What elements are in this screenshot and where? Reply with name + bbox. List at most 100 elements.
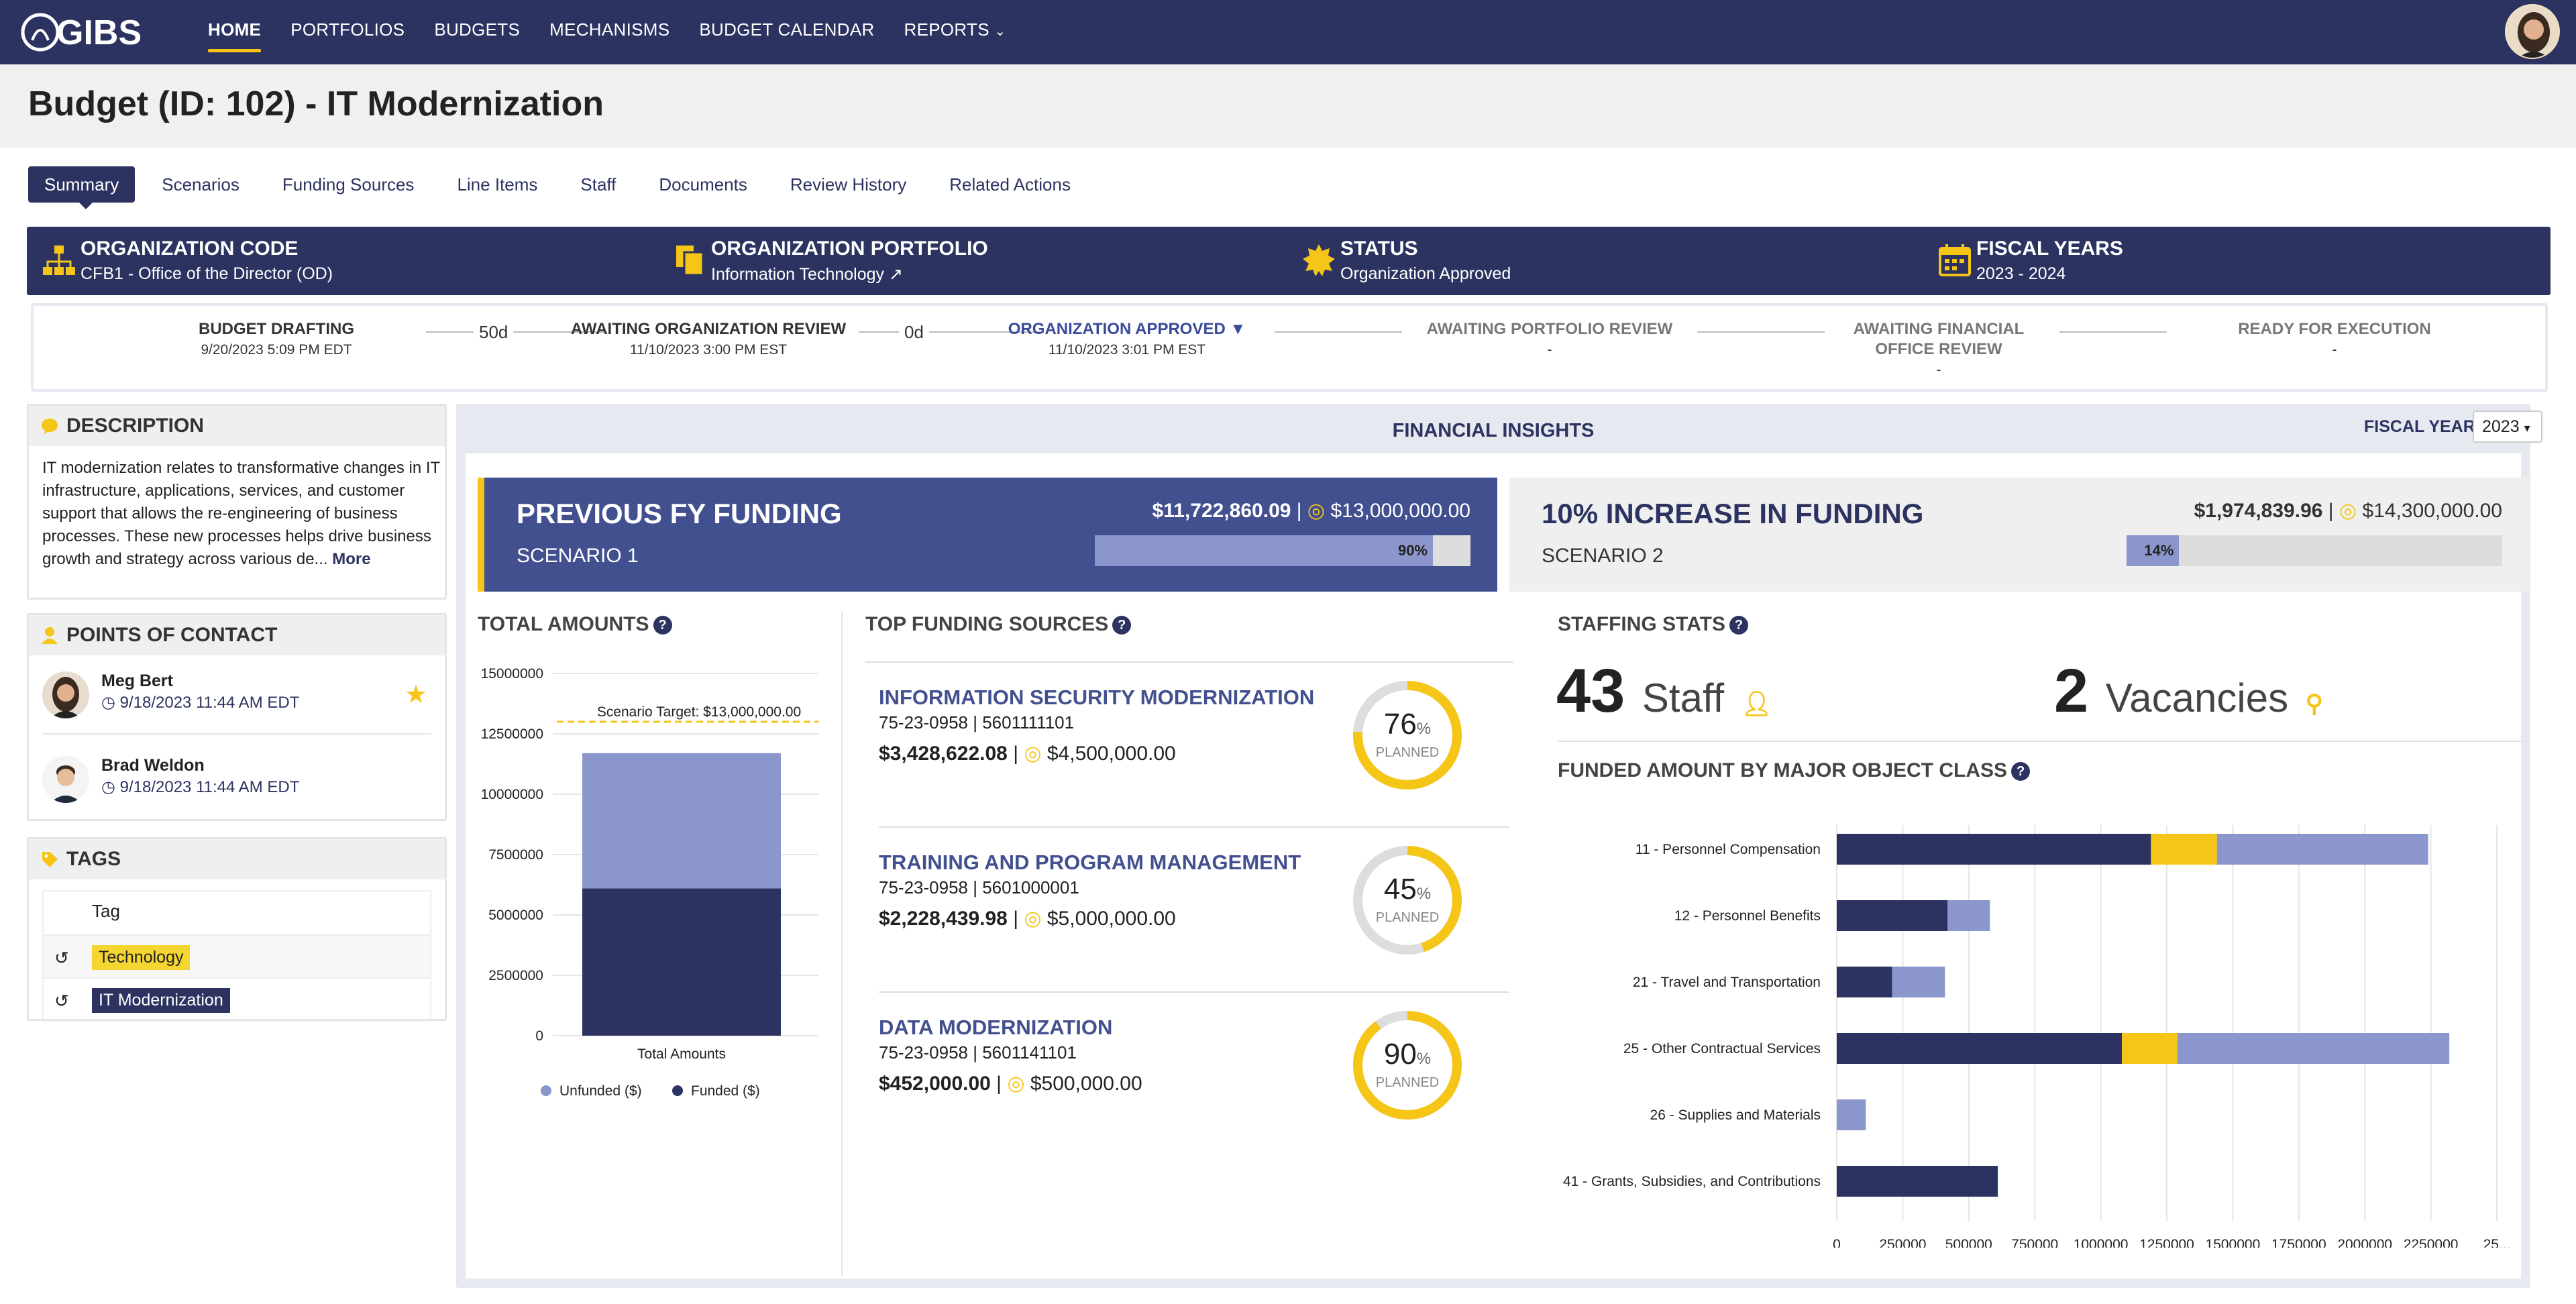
funding-source-item[interactable]: TRAINING AND PROGRAM MANAGEMENT 75-23-09… — [879, 828, 1509, 993]
nav-home[interactable]: HOME — [208, 0, 262, 64]
workflow-step-ready: READY FOR EXECUTION - — [2187, 319, 2482, 358]
legend-label: Unfunded ($) — [559, 1083, 642, 1099]
funding-source-amounts: $452,000.00 | ◎ $500,000.00 — [879, 1073, 1142, 1095]
funding-source-name[interactable]: DATA MODERNIZATION — [879, 1016, 1112, 1040]
workflow-step-org-approved[interactable]: ORGANIZATION APPROVED ▼ 11/10/2023 3:01 … — [979, 319, 1275, 358]
workflow-tracker: 50d 0d BUDGET DRAFTING 9/20/2023 5:09 PM… — [31, 303, 2548, 392]
object-class-bar-segment — [1837, 1099, 1866, 1130]
y-category-label: 11 - Personnel Compensation — [1635, 842, 1821, 857]
nav-budgets[interactable]: BUDGETS — [434, 0, 520, 64]
workflow-step-drafting: BUDGET DRAFTING 9/20/2023 5:09 PM EDT — [129, 319, 424, 358]
y-tick-label: 10000000 — [481, 787, 543, 802]
tab-summary[interactable]: Summary — [28, 166, 136, 209]
history-icon[interactable]: ↺ — [54, 991, 69, 1012]
user-avatar[interactable] — [2505, 4, 2560, 59]
workflow-step-date: 11/10/2023 3:00 PM EST — [629, 342, 788, 358]
tags-table-header: Tag — [44, 891, 430, 934]
tab-line-items[interactable]: Line Items — [441, 166, 553, 203]
tag-column-header: Tag — [92, 901, 120, 921]
nav-budget-calendar[interactable]: BUDGET CALENDAR — [699, 0, 874, 64]
tab-documents[interactable]: Documents — [643, 166, 763, 203]
ring-planned-label: PLANNED — [1376, 1075, 1439, 1090]
tab-staff[interactable]: Staff — [564, 166, 632, 203]
org-code-label: ORGANIZATION CODE — [80, 237, 299, 260]
tags-table: Tag ↺ Technology ↺ IT Modernization — [42, 890, 431, 1022]
workflow-step-financial-review: AWAITING FINANCIAL OFFICE REVIEW - — [1791, 319, 2086, 378]
funding-source-code: 75-23-0958 | 5601000001 — [879, 877, 1079, 898]
y-category-label: 12 - Personnel Benefits — [1674, 908, 1821, 924]
y-tick-label: 12500000 — [481, 726, 543, 742]
org-code-value: CFB1 - Office of the Director (OD) — [80, 264, 333, 283]
x-tick-label: 250000 — [1879, 1237, 1926, 1248]
portfolio-link[interactable]: Information Technology ↗ — [711, 264, 903, 284]
description-body: IT modernization relates to transformati… — [42, 459, 440, 568]
workflow-duration: 50d — [474, 322, 514, 343]
nav-portfolios[interactable]: PORTFOLIOS — [290, 0, 405, 64]
total-amounts-title: TOTAL AMOUNTS — [478, 613, 649, 635]
nav-reports[interactable]: REPORTS ⌄ — [904, 0, 1006, 64]
contact-name[interactable]: Brad Weldon — [101, 756, 205, 775]
workflow-step-title: READY FOR EXECUTION — [2238, 320, 2431, 338]
tab-related-actions[interactable]: Related Actions — [933, 166, 1087, 203]
total-amount: $500,000.00 — [1030, 1073, 1142, 1095]
portfolio-label: ORGANIZATION PORTFOLIO — [711, 237, 988, 260]
y-category-label: 26 - Supplies and Materials — [1650, 1107, 1821, 1123]
tab-bar: Summary Scenarios Funding Sources Line I… — [28, 166, 1097, 209]
divider — [42, 733, 431, 735]
tags-panel: TAGS Tag ↺ Technology ↺ IT Modernization — [27, 837, 447, 1022]
y-category-label: 21 - Travel and Transportation — [1633, 975, 1821, 990]
tab-review-history[interactable]: Review History — [774, 166, 922, 203]
fiscal-years-value: 2023 - 2024 — [1976, 264, 2066, 283]
history-icon[interactable]: ↺ — [54, 948, 69, 969]
help-icon[interactable]: ? — [1729, 616, 1748, 635]
object-class-bar-segment — [1837, 1166, 1998, 1197]
y-tick-label: 7500000 — [488, 847, 543, 863]
y-category-label: 25 - Other Contractual Services — [1623, 1041, 1821, 1056]
scenario-card-1[interactable]: PREVIOUS FY FUNDING SCENARIO 1 $11,722,8… — [478, 478, 1497, 592]
funding-source-item[interactable]: INFORMATION SECURITY MODERNIZATION 75-23… — [879, 663, 1509, 828]
tab-funding-sources[interactable]: Funding Sources — [266, 166, 431, 203]
funding-source-name[interactable]: TRAINING AND PROGRAM MANAGEMENT — [879, 851, 1301, 875]
contact-name[interactable]: Meg Bert — [101, 671, 173, 691]
person-outline-icon: ⚲ — [2305, 690, 2324, 717]
fiscal-year-select[interactable]: 2023 ▾ — [2473, 411, 2542, 443]
target-icon: ◎ — [1024, 908, 1042, 930]
more-link[interactable]: More — [332, 550, 370, 568]
contacts-title: POINTS OF CONTACT — [66, 624, 278, 646]
tag-chip[interactable]: Technology — [92, 945, 191, 970]
y-category-label: 41 - Grants, Subsidies, and Contribution… — [1563, 1174, 1821, 1189]
ring-planned-label: PLANNED — [1376, 910, 1439, 925]
star-icon[interactable]: ★ — [405, 680, 427, 710]
x-tick-label: 1750000 — [2271, 1237, 2326, 1248]
fiscal-year-label: FISCAL YEAR — [2364, 417, 2475, 436]
scenario-card-2[interactable]: 10% INCREASE IN FUNDING SCENARIO 2 $1,97… — [1509, 478, 2529, 592]
workflow-step-title: ORGANIZATION APPROVED ▼ — [1008, 320, 1246, 338]
nav-mechanisms[interactable]: MECHANISMS — [549, 0, 669, 64]
workflow-step-title: AWAITING PORTFOLIO REVIEW — [1426, 320, 1673, 338]
financial-insights-title: FINANCIAL INSIGHTS — [1392, 420, 1595, 441]
workflow-step-title: BUDGET DRAFTING — [199, 320, 354, 338]
help-icon[interactable]: ? — [1112, 616, 1132, 635]
object-class-bar-segment — [2122, 1033, 2178, 1064]
x-tick-label: 1250000 — [2139, 1237, 2194, 1248]
ring-percent: 90% — [1384, 1038, 1431, 1071]
tag-chip[interactable]: IT Modernization — [92, 988, 230, 1013]
staffing-title: STAFFING STATS — [1558, 613, 1725, 635]
workflow-connector — [1275, 331, 1402, 333]
object-class-title: FUNDED AMOUNT BY MAJOR OBJECT CLASS — [1558, 759, 2008, 781]
gibs-logo[interactable]: GIBS — [19, 11, 163, 54]
budget-info-bar: ORGANIZATION CODE CFB1 - Office of the D… — [27, 227, 2551, 295]
help-icon[interactable]: ? — [2011, 762, 2031, 781]
description-title: DESCRIPTION — [66, 415, 205, 437]
target-annotation: Scenario Target: $13,000,000.00 — [597, 704, 801, 720]
funding-source-name[interactable]: INFORMATION SECURITY MODERNIZATION — [879, 686, 1314, 710]
help-icon[interactable]: ? — [653, 616, 672, 635]
vacancy-count-value: 2 — [2054, 657, 2089, 725]
y-tick-label: 2500000 — [488, 968, 543, 983]
target-icon: ◎ — [2339, 500, 2357, 522]
scenario-card-subtitle: SCENARIO 2 — [1542, 545, 1664, 567]
workflow-step-title: AWAITING FINANCIAL OFFICE REVIEW — [1853, 320, 2025, 358]
funded-amount: $1,974,839.96 — [2194, 500, 2323, 522]
funding-source-item[interactable]: DATA MODERNIZATION 75-23-0958 | 56011411… — [879, 993, 1509, 1158]
tab-scenarios[interactable]: Scenarios — [146, 166, 256, 203]
